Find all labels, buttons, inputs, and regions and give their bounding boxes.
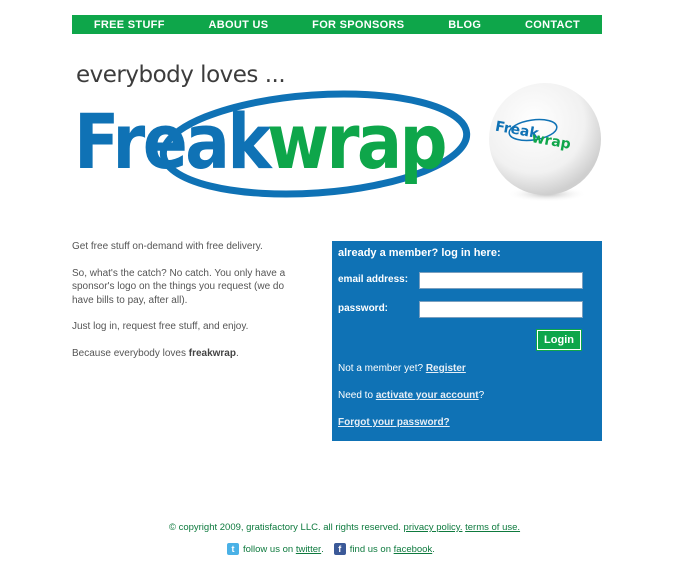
footer-social-row: t follow us on twitter. f find us on fac…: [227, 543, 435, 555]
email-label: email address:: [338, 274, 409, 285]
email-field[interactable]: [419, 272, 583, 289]
facebook-prefix: find us on: [349, 543, 391, 555]
password-label: password:: [338, 303, 389, 314]
forgot-row: Forgot your password?: [338, 417, 450, 428]
freakwrap-logo: Freak wrap: [74, 90, 471, 198]
intro-paragraph-2: So, what's the catch? No catch. You only…: [72, 267, 286, 306]
twitter-prefix: follow us on: [243, 543, 294, 555]
twitter-link[interactable]: twitter: [296, 544, 321, 555]
top-nav-bar: FREE STUFF ABOUT US FOR SPONSORS BLOG CO…: [72, 15, 602, 34]
intro-brand-name: freakwrap: [188, 347, 236, 359]
nav-about-us[interactable]: ABOUT US: [209, 19, 269, 31]
privacy-policy-link[interactable]: privacy policy.: [404, 522, 463, 533]
terms-of-use-link[interactable]: terms of use.: [465, 522, 520, 533]
footer-copyright-row: © copyright 2009, gratisfactory LLC. all…: [0, 522, 689, 533]
facebook-icon[interactable]: f: [333, 543, 346, 555]
copyright-text: © copyright 2009, gratisfactory LLC. all…: [168, 522, 401, 533]
login-button[interactable]: Login: [537, 330, 581, 350]
intro-paragraph-3: Just log in, request free stuff, and enj…: [72, 321, 249, 332]
facebook-link[interactable]: facebook: [394, 544, 433, 555]
nav-blog[interactable]: BLOG: [448, 19, 481, 31]
register-link[interactable]: Register: [426, 363, 466, 374]
activate-account-link[interactable]: activate your account: [376, 390, 479, 401]
intro-paragraph-4: Because everybody loves freakwrap.: [72, 347, 308, 361]
nav-contact[interactable]: CONTACT: [525, 19, 580, 31]
nav-free-stuff[interactable]: FREE STUFF: [94, 19, 165, 31]
login-title: already a member? log in here:: [338, 247, 501, 259]
forgot-password-link[interactable]: Forgot your password?: [338, 417, 450, 428]
logo-text-freak: Freak: [74, 97, 273, 186]
login-panel: already a member? log in here: email add…: [332, 241, 602, 441]
activate-row: Need to activate your account?: [338, 390, 484, 401]
intro-paragraph-1: Get free stuff on-demand with free deliv…: [72, 241, 263, 252]
activate-prefix: Need to: [338, 390, 376, 401]
facebook-suffix: .: [432, 543, 435, 555]
logo-ball-image: Freak wrap: [489, 83, 601, 202]
activate-suffix: ?: [478, 390, 485, 401]
password-field[interactable]: [419, 301, 583, 318]
register-prefix: Not a member yet?: [338, 363, 426, 374]
register-row: Not a member yet? Register: [338, 363, 466, 374]
intro-text: Get free stuff on-demand with free deliv…: [72, 240, 308, 373]
intro-p4-prefix: Because everybody loves: [72, 347, 189, 359]
twitter-suffix: .: [321, 543, 324, 555]
nav-for-sponsors[interactable]: FOR SPONSORS: [312, 19, 404, 31]
tagline: everybody loves ...: [76, 62, 286, 88]
logo-text-wrap: wrap: [267, 97, 445, 186]
intro-p4-suffix: .: [235, 347, 239, 359]
twitter-icon[interactable]: t: [227, 543, 239, 555]
